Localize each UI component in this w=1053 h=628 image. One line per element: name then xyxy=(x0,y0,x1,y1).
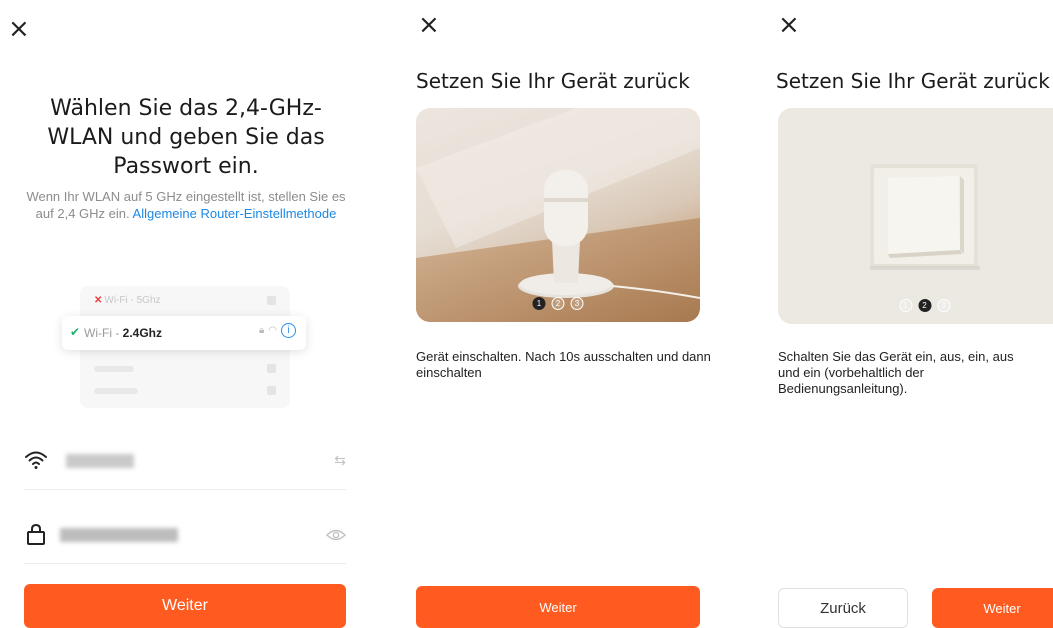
wall-switch-illustration xyxy=(778,108,1053,324)
instruction-text: Schalten Sie das Gerät ein, aus, ein, au… xyxy=(778,349,1014,396)
wifi-entry-icons: 🔒︎ ◠ i xyxy=(259,323,296,338)
lock-small-icon: 🔒︎ xyxy=(258,325,265,336)
wifi-24ghz-prefix: Wi-Fi - xyxy=(84,326,123,340)
reset-device-step-2-screen: × Setzen Sie Ihr Gerät zurück 1 2 3 Scha… xyxy=(760,0,1053,628)
wifi-5ghz-entry: ✕ Wi-Fi - 5Ghz xyxy=(94,295,161,306)
lock-icon xyxy=(27,523,45,545)
close-icon[interactable]: × xyxy=(418,12,440,38)
instruction-text: Gerät einschalten. Nach 10s ausschalten … xyxy=(416,349,711,380)
router-settings-link[interactable]: Allgemeine Router-Einstellmethode xyxy=(133,206,337,221)
instruction-text: Wenn Ihr WLAN auf 5 GHz eingestellt ist,… xyxy=(26,188,346,222)
close-icon[interactable]: × xyxy=(778,12,800,38)
continue-button[interactable]: Weiter xyxy=(24,584,346,628)
wifi-small-icon: ◠ xyxy=(268,325,277,336)
info-icon: i xyxy=(281,323,296,338)
reset-device-step-1-screen: × Setzen Sie Ihr Gerät zurück 1 2 3 Gerä… xyxy=(400,0,730,628)
step-indicator: 1 2 3 xyxy=(899,299,950,312)
step-dot[interactable]: 1 xyxy=(899,299,912,312)
step-dot[interactable]: 3 xyxy=(937,299,950,312)
smart-plug-illustration xyxy=(416,108,700,322)
step-dot[interactable]: 3 xyxy=(570,297,584,310)
placeholder-icon xyxy=(267,364,276,373)
page-title: Setzen Sie Ihr Gerät zurück xyxy=(776,69,1050,93)
wifi-setup-screen: × Wählen Sie das 2,4-GHz-WLAN und geben … xyxy=(0,0,372,628)
continue-button[interactable]: Weiter xyxy=(416,586,700,628)
page-title: Wählen Sie das 2,4-GHz-WLAN und geben Si… xyxy=(47,96,325,179)
continue-button[interactable]: Weiter xyxy=(932,588,1053,628)
wifi-name-value-redacted xyxy=(66,454,134,468)
check-icon: ✔ xyxy=(70,325,81,339)
wifi-5ghz-band: 5Ghz xyxy=(136,295,161,306)
page-title: Setzen Sie Ihr Gerät zurück xyxy=(416,69,690,93)
wifi-24ghz-band: 2.4Ghz xyxy=(122,326,163,340)
device-photo: 1 2 3 xyxy=(416,108,700,322)
placeholder-bar xyxy=(94,366,134,372)
password-value-redacted xyxy=(60,528,178,542)
placeholder-icon xyxy=(267,296,276,305)
divider xyxy=(24,563,346,564)
wifi-icon xyxy=(25,451,47,469)
wifi-5ghz-prefix: Wi-Fi - xyxy=(104,295,137,306)
wifi-24ghz-entry: ✔ Wi-Fi - 2.4Ghz 🔒︎ ◠ i xyxy=(62,316,306,350)
show-password-eye-icon[interactable] xyxy=(326,528,346,542)
wifi-24ghz-label: Wi-Fi - 2.4Ghz xyxy=(84,326,162,340)
back-button[interactable]: Zurück xyxy=(778,588,908,628)
device-photo: 1 2 3 xyxy=(778,108,1053,324)
step-indicator: 1 2 3 xyxy=(532,297,584,310)
step-dot[interactable]: 2 xyxy=(918,299,931,312)
placeholder-bar xyxy=(94,388,138,394)
wifi-password-field[interactable] xyxy=(24,504,346,564)
step-dot[interactable]: 2 xyxy=(551,297,565,310)
switch-network-icon[interactable]: ⇆ xyxy=(334,452,346,469)
close-icon[interactable]: × xyxy=(8,16,30,42)
error-x-icon: ✕ xyxy=(94,295,103,306)
divider xyxy=(24,489,346,490)
step-dot[interactable]: 1 xyxy=(532,297,546,310)
placeholder-icon xyxy=(267,386,276,395)
wifi-name-field[interactable]: ⇆ xyxy=(24,430,346,490)
